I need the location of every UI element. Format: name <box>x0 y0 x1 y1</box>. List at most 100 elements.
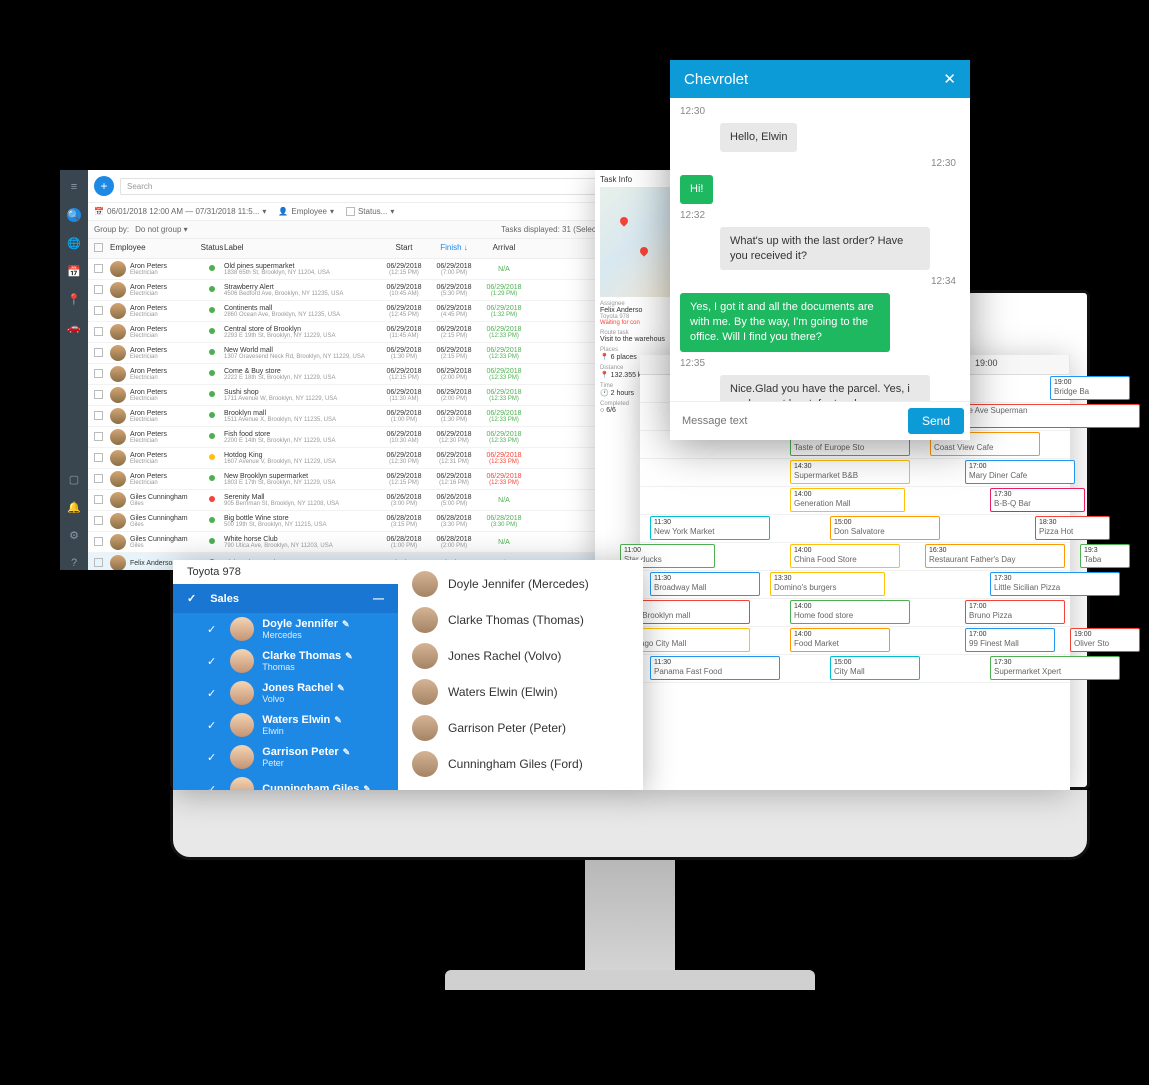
row-checkbox[interactable] <box>94 327 103 336</box>
gear-icon[interactable]: ⚙ <box>67 528 81 542</box>
task-row[interactable]: Aron PetersElectrician Fish food store22… <box>88 427 670 448</box>
date-filter[interactable]: 📅06/01/2018 12:00 AM — 07/31/2018 11:5..… <box>94 207 266 216</box>
schedule-event[interactable]: 19:3Taba <box>1080 544 1130 568</box>
group-by-select[interactable]: Do not group ▾ <box>135 225 188 234</box>
calendar-nav-icon[interactable]: 📅 <box>67 264 81 278</box>
schedule-event[interactable]: 15:00City Mall <box>830 656 920 680</box>
schedule-event[interactable]: 14:00China Food Store <box>790 544 900 568</box>
task-info-map[interactable] <box>600 187 670 297</box>
edit-icon[interactable]: ✎ <box>337 683 345 694</box>
col-finish[interactable]: Finish ↓ <box>429 243 479 254</box>
schedule-event[interactable]: 11:30Broadway Mall <box>650 572 760 596</box>
task-row[interactable]: Aron PetersElectrician Strawberry Alert4… <box>88 280 670 301</box>
task-row[interactable]: Aron PetersElectrician Sushi shop1711 Av… <box>88 385 670 406</box>
schedule-event[interactable]: 11:30New York Market <box>650 516 770 540</box>
schedule-event[interactable]: 14:30Supermarket B&B <box>790 460 910 484</box>
team-member-selected[interactable]: ✓Cunningham Giles ✎ <box>173 773 398 790</box>
row-checkbox[interactable] <box>94 453 103 462</box>
row-checkbox[interactable] <box>94 306 103 315</box>
row-checkbox[interactable] <box>94 264 103 273</box>
row-checkbox[interactable] <box>94 369 103 378</box>
team-member-available[interactable]: Cunningham Giles (Ford) <box>398 746 643 782</box>
row-checkbox[interactable] <box>94 348 103 357</box>
message-input[interactable] <box>676 408 902 434</box>
schedule-event[interactable]: 14:00Food Market <box>790 628 890 652</box>
col-label[interactable]: Label <box>224 243 379 254</box>
col-arrival[interactable]: Arrival <box>479 243 529 254</box>
avatar <box>412 715 438 741</box>
task-row[interactable]: Aron PetersElectrician Hotdog King1607 A… <box>88 448 670 469</box>
row-checkbox[interactable] <box>94 495 103 504</box>
vehicle-nav-icon[interactable]: 🚗 <box>67 320 81 334</box>
schedule-event[interactable]: mbridge Ave Superman <box>940 404 1140 428</box>
location-nav-icon[interactable]: 📍 <box>67 292 81 306</box>
select-all-checkbox[interactable] <box>94 243 103 252</box>
team-member-selected[interactable]: ✓Garrison Peter ✎Peter <box>173 741 398 773</box>
team-member-available[interactable]: Waters Elwin (Elwin) <box>398 674 643 710</box>
row-checkbox[interactable] <box>94 537 103 546</box>
col-start[interactable]: Start <box>379 243 429 254</box>
help-icon[interactable]: ? <box>67 556 81 570</box>
schedule-event[interactable]: 17:30Little Sicilian Pizza <box>990 572 1120 596</box>
add-task-button[interactable]: + <box>94 176 114 196</box>
globe-icon[interactable]: 🌐 <box>67 236 81 250</box>
team-member-selected[interactable]: ✓Jones Rachel ✎Volvo <box>173 677 398 709</box>
schedule-event[interactable]: 13:30Domino's burgers <box>770 572 885 596</box>
team-group-header[interactable]: ✓ Sales — <box>173 584 398 613</box>
collapse-icon[interactable]: — <box>373 593 384 605</box>
task-row[interactable]: Giles CunninghamGiles Big bottle Wine st… <box>88 511 670 532</box>
col-employee[interactable]: Employee <box>110 243 200 254</box>
task-row[interactable]: Aron PetersElectrician Central store of … <box>88 322 670 343</box>
status-filter[interactable]: Status...▾ <box>346 207 394 216</box>
schedule-event[interactable]: 14:00Home food store <box>790 600 910 624</box>
task-row[interactable]: Giles CunninghamGiles Serenity Mall905 B… <box>88 490 670 511</box>
row-checkbox[interactable] <box>94 558 103 567</box>
schedule-event[interactable]: 19:00Bridge Ba <box>1050 376 1130 400</box>
team-member-selected[interactable]: ✓Doyle Jennifer ✎Mercedes <box>173 613 398 645</box>
row-checkbox[interactable] <box>94 432 103 441</box>
row-checkbox[interactable] <box>94 285 103 294</box>
team-member-available[interactable]: Clarke Thomas (Thomas) <box>398 602 643 638</box>
schedule-event[interactable]: 15:00Don Salvatore <box>830 516 940 540</box>
task-row[interactable]: Aron PetersElectrician New Brooklyn supe… <box>88 469 670 490</box>
schedule-event[interactable]: 17:30B-B-Q Bar <box>990 488 1085 512</box>
schedule-event[interactable]: 17:30Supermarket Xpert <box>990 656 1120 680</box>
schedule-event[interactable]: 14:00Generation Mall <box>790 488 905 512</box>
col-status[interactable]: Status <box>200 243 224 254</box>
schedule-event[interactable]: 17:00Mary Diner Cafe <box>965 460 1075 484</box>
schedule-event[interactable]: 17:0099 Finest Mall <box>965 628 1055 652</box>
search-input[interactable]: Search <box>120 178 664 195</box>
task-row[interactable]: Giles CunninghamGiles White horse Club79… <box>88 532 670 553</box>
search-nav-icon[interactable]: 🔍 <box>67 208 81 222</box>
send-button[interactable]: Send <box>908 408 964 434</box>
schedule-event[interactable]: 18:30Pizza Hot <box>1035 516 1110 540</box>
schedule-event[interactable]: 16:30Restaurant Father's Day <box>925 544 1065 568</box>
task-row[interactable]: Aron PetersElectrician Continents mall28… <box>88 301 670 322</box>
team-member-available[interactable]: Garrison Peter (Peter) <box>398 710 643 746</box>
close-icon[interactable]: ✕ <box>943 70 956 88</box>
task-row[interactable]: Aron PetersElectrician Come & Buy store2… <box>88 364 670 385</box>
schedule-event[interactable]: 11:30Panama Fast Food <box>650 656 780 680</box>
edit-icon[interactable]: ✎ <box>363 784 371 791</box>
edit-icon[interactable]: ✎ <box>343 747 351 758</box>
edit-icon[interactable]: ✎ <box>342 619 350 630</box>
employee-filter[interactable]: 👤Employee▾ <box>278 207 334 216</box>
team-member-available[interactable]: Doyle Jennifer (Mercedes) <box>398 566 643 602</box>
task-row[interactable]: Aron PetersElectrician Old pines superma… <box>88 259 670 280</box>
row-checkbox[interactable] <box>94 411 103 420</box>
edit-icon[interactable]: ✎ <box>345 651 353 662</box>
task-row[interactable]: Aron PetersElectrician New World mall130… <box>88 343 670 364</box>
tablet-icon[interactable]: ▢ <box>67 472 81 486</box>
row-checkbox[interactable] <box>94 390 103 399</box>
edit-icon[interactable]: ✎ <box>334 715 342 726</box>
schedule-event[interactable]: 19:00Oliver Sto <box>1070 628 1140 652</box>
bell-icon[interactable]: 🔔 <box>67 500 81 514</box>
task-row[interactable]: Aron PetersElectrician Brooklyn mall1511… <box>88 406 670 427</box>
team-member-selected[interactable]: ✓Clarke Thomas ✎Thomas <box>173 645 398 677</box>
row-checkbox[interactable] <box>94 474 103 483</box>
row-checkbox[interactable] <box>94 516 103 525</box>
team-member-selected[interactable]: ✓Waters Elwin ✎Elwin <box>173 709 398 741</box>
team-member-available[interactable]: Jones Rachel (Volvo) <box>398 638 643 674</box>
menu-icon[interactable]: ≡ <box>67 180 81 194</box>
schedule-event[interactable]: 17:00Bruno Pizza <box>965 600 1065 624</box>
